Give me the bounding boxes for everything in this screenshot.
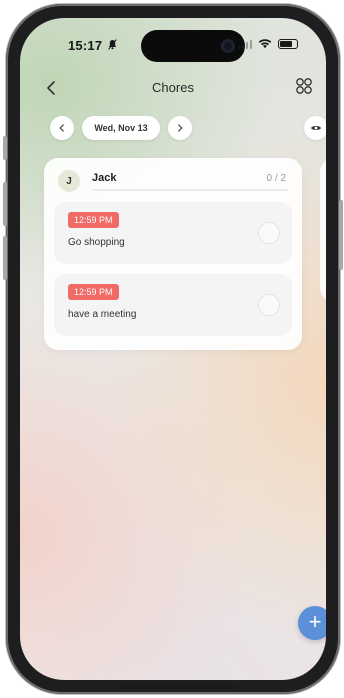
volume-down-button	[3, 236, 7, 280]
chore-item[interactable]: 12:59 PM Go shopping	[54, 202, 292, 264]
add-chore-button[interactable]: +	[298, 606, 326, 640]
bell-slash-icon	[108, 39, 117, 53]
chore-name: Go shopping	[68, 237, 125, 248]
prev-day-button[interactable]	[50, 116, 74, 140]
wifi-icon	[258, 39, 272, 49]
chore-checkbox[interactable]	[258, 222, 280, 244]
plus-icon: +	[308, 609, 322, 634]
member-progress-bar	[92, 189, 288, 191]
member-progress-count: 0 / 2	[266, 173, 286, 184]
battery-icon	[278, 39, 298, 49]
grid-icon	[296, 78, 312, 94]
camera	[221, 39, 235, 53]
home-indicator	[119, 685, 237, 689]
member-avatar: J	[58, 170, 80, 192]
page-title: Chores	[152, 80, 194, 95]
member-name: Jack	[92, 172, 117, 184]
status-icons	[237, 39, 298, 49]
member-card-next[interactable]: J	[320, 158, 326, 302]
chevron-left-icon	[59, 124, 64, 132]
action-button	[3, 136, 7, 160]
date-label[interactable]: Wed, Nov 13	[82, 116, 160, 140]
next-day-button[interactable]	[168, 116, 192, 140]
chore-name: have a meeting	[68, 309, 137, 320]
battery-fill	[280, 41, 292, 47]
view-toggle-button[interactable]	[292, 74, 316, 98]
chore-checkbox[interactable]	[258, 294, 280, 316]
signal-icon	[237, 39, 252, 49]
chore-item[interactable]: 12:59 PM have a meeting	[54, 274, 292, 336]
chore-time-badge: 12:59 PM	[68, 212, 119, 228]
visibility-toggle-button[interactable]	[304, 116, 326, 140]
app-screen: 15:17 Chores Wed, Nov 13 J Jack 0 / 2 12…	[20, 18, 326, 680]
power-button	[339, 200, 343, 270]
member-card: J Jack 0 / 2 12:59 PM Go shopping 12:59 …	[44, 158, 302, 350]
chore-time-badge: 12:59 PM	[68, 284, 119, 300]
volume-up-button	[3, 182, 7, 226]
chevron-right-icon	[178, 124, 183, 132]
phone-frame: 15:17 Chores Wed, Nov 13 J Jack 0 / 2 12…	[3, 4, 343, 694]
dynamic-island	[141, 30, 245, 62]
status-time: 15:17	[68, 38, 103, 53]
eye-icon	[311, 126, 321, 130]
